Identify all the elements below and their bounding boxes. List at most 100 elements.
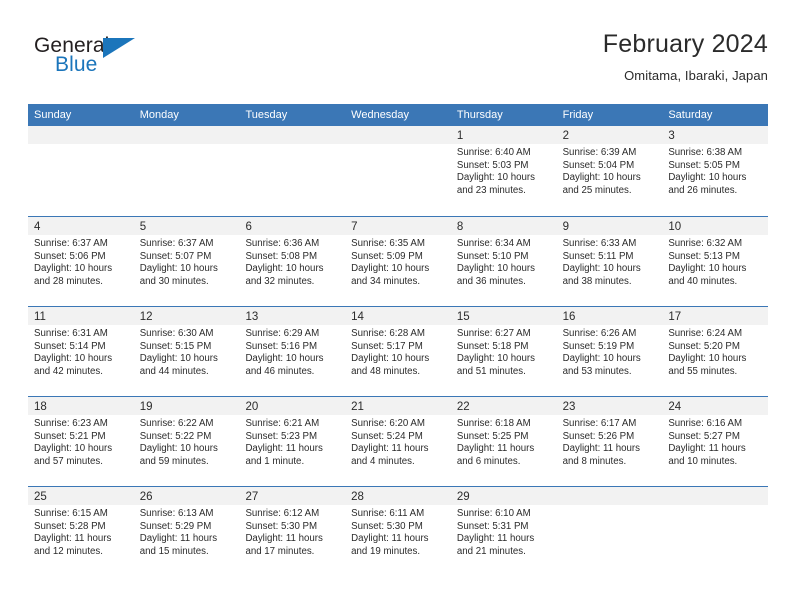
calendar-day-cell[interactable]: 3 Sunrise: 6:38 AM Sunset: 5:05 PM Daylight… bbox=[662, 126, 769, 216]
day-number-band: 14 bbox=[345, 307, 451, 325]
day-sun-info: Sunrise: 6:17 AM Sunset: 5:26 PM Daylight:… bbox=[557, 415, 663, 468]
calendar-day-cell[interactable]: 15 Sunrise: 6:27 AM Sunset: 5:18 PM Dayligh… bbox=[450, 307, 557, 396]
sunrise-text: Sunrise: 6:38 AM bbox=[668, 147, 743, 158]
sunrise-text: Sunrise: 6:23 AM bbox=[34, 418, 108, 429]
day-number-band: 24 bbox=[662, 397, 769, 415]
day-number: 16 bbox=[562, 311, 576, 323]
calendar-day-cell[interactable]: 4 Sunrise: 6:37 AM Sunset: 5:06 PM Daylight… bbox=[28, 217, 134, 306]
day-number: 7 bbox=[351, 221, 358, 233]
daylight-text: Daylight: 10 hours and 30 minutes. bbox=[139, 263, 218, 287]
title-block: February 2024 Omitama, Ibaraki, Japan bbox=[603, 28, 768, 86]
calendar-day-cell[interactable]: 5 Sunrise: 6:37 AM Sunset: 5:07 PM Daylight… bbox=[133, 217, 240, 306]
day-number: 15 bbox=[456, 311, 470, 323]
calendar-day-cell-empty bbox=[133, 126, 240, 216]
calendar-day-cell[interactable]: 10 Sunrise: 6:32 AM Sunset: 5:13 PM Dayligh… bbox=[662, 217, 769, 306]
calendar-day-cell[interactable]: 25 Sunrise: 6:15 AM Sunset: 5:28 PM Dayligh… bbox=[28, 487, 134, 576]
calendar-day-cell[interactable]: 26 Sunrise: 6:13 AM Sunset: 5:29 PM Dayligh… bbox=[133, 487, 240, 576]
day-sun-info: Sunrise: 6:30 AM Sunset: 5:15 PM Daylight:… bbox=[134, 325, 240, 378]
calendar-day-cell[interactable]: 14 Sunrise: 6:28 AM Sunset: 5:17 PM Dayligh… bbox=[345, 307, 451, 396]
calendar-day-cell[interactable]: 29 Sunrise: 6:10 AM Sunset: 5:31 PM Dayligh… bbox=[450, 487, 557, 576]
daylight-text: Daylight: 10 hours and 32 minutes. bbox=[245, 263, 324, 287]
day-number: 29 bbox=[456, 491, 470, 503]
sunrise-text: Sunrise: 6:22 AM bbox=[139, 418, 214, 429]
sunrise-text: Sunrise: 6:37 AM bbox=[139, 238, 214, 249]
calendar-day-cell[interactable]: 18 Sunrise: 6:23 AM Sunset: 5:21 PM Dayligh… bbox=[28, 397, 134, 486]
day-number: 5 bbox=[139, 221, 147, 233]
day-number-band: 2 bbox=[556, 126, 663, 144]
calendar-day-cell[interactable]: 1 Sunrise: 6:40 AM Sunset: 5:03 PM Daylight… bbox=[450, 126, 557, 216]
day-sun-info: Sunrise: 6:13 AM Sunset: 5:29 PM Daylight:… bbox=[134, 505, 240, 558]
sunrise-text: Sunrise: 6:40 AM bbox=[456, 147, 531, 158]
weekday-header-sunday: Sunday bbox=[34, 109, 72, 121]
calendar-day-cell[interactable]: 17 Sunrise: 6:24 AM Sunset: 5:20 PM Dayligh… bbox=[662, 307, 769, 396]
day-number: 17 bbox=[668, 311, 682, 323]
calendar-day-cell[interactable]: 22 Sunrise: 6:18 AM Sunset: 5:25 PM Dayligh… bbox=[450, 397, 557, 486]
calendar-week-row: 18 Sunrise: 6:23 AM Sunset: 5:21 PM Dayligh… bbox=[28, 396, 769, 486]
calendar-day-cell[interactable]: 9 Sunrise: 6:33 AM Sunset: 5:11 PM Daylight… bbox=[556, 217, 663, 306]
calendar-day-cell[interactable]: 6 Sunrise: 6:36 AM Sunset: 5:08 PM Daylight… bbox=[239, 217, 346, 306]
daylight-text: Daylight: 11 hours and 8 minutes. bbox=[562, 443, 640, 467]
sunset-text: Sunset: 5:23 PM bbox=[245, 430, 318, 442]
day-number-band: 16 bbox=[556, 307, 663, 325]
sunset-text: Sunset: 5:08 PM bbox=[245, 250, 318, 262]
daylight-text: Daylight: 11 hours and 12 minutes. bbox=[34, 533, 112, 557]
day-sun-info: Sunrise: 6:38 AM Sunset: 5:05 PM Daylight:… bbox=[662, 144, 768, 197]
day-number-band: 15 bbox=[450, 307, 557, 325]
daylight-text: Daylight: 11 hours and 1 minute. bbox=[245, 443, 323, 467]
day-sun-info: Sunrise: 6:37 AM Sunset: 5:06 PM Daylight:… bbox=[28, 235, 134, 288]
calendar-day-cell[interactable]: 2 Sunrise: 6:39 AM Sunset: 5:04 PM Daylight… bbox=[556, 126, 663, 216]
day-number: 27 bbox=[245, 491, 259, 503]
calendar-week-row: 25 Sunrise: 6:15 AM Sunset: 5:28 PM Dayligh… bbox=[28, 486, 769, 576]
calendar-day-cell-empty bbox=[239, 126, 346, 216]
day-number-band bbox=[133, 126, 240, 144]
calendar-day-cell[interactable]: 21 Sunrise: 6:20 AM Sunset: 5:24 PM Dayligh… bbox=[345, 397, 451, 486]
calendar-day-cell[interactable]: 24 Sunrise: 6:16 AM Sunset: 5:27 PM Dayligh… bbox=[662, 397, 769, 486]
calendar-day-cell[interactable]: 7 Sunrise: 6:35 AM Sunset: 5:09 PM Daylight… bbox=[345, 217, 451, 306]
sunset-text: Sunset: 5:04 PM bbox=[562, 159, 635, 171]
page-title: February 2024 bbox=[602, 30, 768, 58]
page-subtitle: Omitama, Ibaraki, Japan bbox=[624, 68, 768, 83]
calendar-day-cell[interactable]: 27 Sunrise: 6:12 AM Sunset: 5:30 PM Dayligh… bbox=[239, 487, 346, 576]
calendar-day-cell[interactable]: 13 Sunrise: 6:29 AM Sunset: 5:16 PM Dayligh… bbox=[239, 307, 346, 396]
sunset-text: Sunset: 5:17 PM bbox=[351, 340, 423, 352]
day-number: 18 bbox=[34, 401, 47, 413]
daylight-text: Daylight: 11 hours and 4 minutes. bbox=[351, 443, 429, 467]
calendar-day-cell[interactable]: 23 Sunrise: 6:17 AM Sunset: 5:26 PM Dayligh… bbox=[556, 397, 663, 486]
calendar-day-cell[interactable]: 16 Sunrise: 6:26 AM Sunset: 5:19 PM Dayligh… bbox=[556, 307, 663, 396]
day-sun-info: Sunrise: 6:24 AM Sunset: 5:20 PM Daylight:… bbox=[662, 325, 768, 378]
calendar-day-cell[interactable]: 19 Sunrise: 6:22 AM Sunset: 5:22 PM Dayligh… bbox=[133, 397, 240, 486]
sunrise-text: Sunrise: 6:17 AM bbox=[562, 418, 637, 429]
daylight-text: Daylight: 10 hours and 57 minutes. bbox=[34, 443, 113, 467]
day-sun-info: Sunrise: 6:27 AM Sunset: 5:18 PM Daylight:… bbox=[451, 325, 557, 378]
sunrise-text: Sunrise: 6:21 AM bbox=[245, 418, 320, 429]
day-number-band: 27 bbox=[239, 487, 346, 505]
sunrise-text: Sunrise: 6:26 AM bbox=[562, 328, 637, 339]
day-number: 14 bbox=[351, 311, 364, 323]
day-sun-info: Sunrise: 6:40 AM Sunset: 5:03 PM Daylight:… bbox=[451, 144, 557, 197]
day-number-band: 3 bbox=[662, 126, 769, 144]
day-sun-info: Sunrise: 6:33 AM Sunset: 5:11 PM Daylight:… bbox=[557, 235, 663, 288]
day-sun-info: Sunrise: 6:12 AM Sunset: 5:30 PM Daylight:… bbox=[239, 505, 345, 558]
brand-triangle-icon bbox=[103, 38, 135, 58]
daylight-text: Daylight: 10 hours and 25 minutes. bbox=[562, 172, 641, 196]
day-sun-info: Sunrise: 6:22 AM Sunset: 5:22 PM Daylight:… bbox=[134, 415, 240, 468]
calendar-day-cell[interactable]: 11 Sunrise: 6:31 AM Sunset: 5:14 PM Dayligh… bbox=[28, 307, 134, 396]
calendar-day-cell[interactable]: 8 Sunrise: 6:34 AM Sunset: 5:10 PM Daylight… bbox=[450, 217, 557, 306]
daylight-text: Daylight: 10 hours and 48 minutes. bbox=[351, 353, 430, 377]
daylight-text: Daylight: 11 hours and 6 minutes. bbox=[456, 443, 535, 467]
sunset-text: Sunset: 5:06 PM bbox=[34, 250, 106, 262]
sunset-text: Sunset: 5:11 PM bbox=[562, 250, 634, 262]
calendar-day-cell-empty bbox=[662, 487, 769, 576]
sunset-text: Sunset: 5:27 PM bbox=[668, 430, 740, 442]
day-sun-info: Sunrise: 6:31 AM Sunset: 5:14 PM Daylight:… bbox=[28, 325, 134, 378]
calendar-day-cell[interactable]: 12 Sunrise: 6:30 AM Sunset: 5:15 PM Dayligh… bbox=[133, 307, 240, 396]
day-sun-info: Sunrise: 6:11 AM Sunset: 5:30 PM Daylight:… bbox=[345, 505, 451, 558]
daylight-text: Daylight: 10 hours and 59 minutes. bbox=[139, 443, 218, 467]
calendar-day-cell[interactable]: 28 Sunrise: 6:11 AM Sunset: 5:30 PM Dayligh… bbox=[345, 487, 451, 576]
calendar-day-cell[interactable]: 20 Sunrise: 6:21 AM Sunset: 5:23 PM Dayligh… bbox=[239, 397, 346, 486]
day-sun-info: Sunrise: 6:26 AM Sunset: 5:19 PM Daylight:… bbox=[557, 325, 663, 378]
daylight-text: Daylight: 10 hours and 28 minutes. bbox=[34, 263, 113, 287]
brand-logo[interactable]: General Blue bbox=[34, 34, 234, 90]
day-number-band bbox=[556, 487, 663, 505]
day-number: 2 bbox=[562, 130, 569, 142]
